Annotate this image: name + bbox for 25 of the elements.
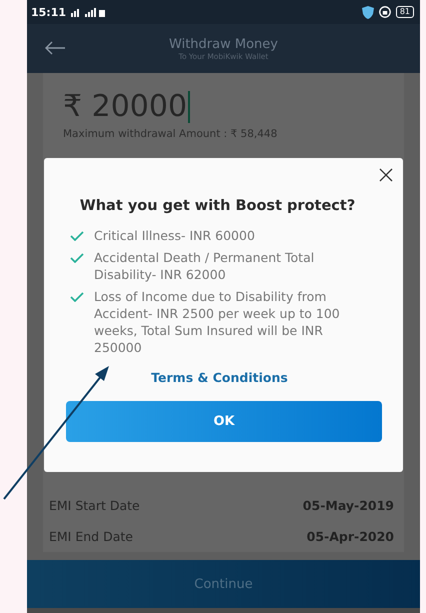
shield-icon — [362, 6, 374, 18]
check-icon — [70, 231, 84, 241]
lock-icon — [378, 6, 391, 18]
emi-label: EMI End Date — [49, 529, 133, 544]
continue-button[interactable]: Continue — [27, 560, 420, 608]
signal-icon — [71, 7, 106, 17]
back-arrow-icon[interactable] — [44, 41, 66, 55]
emi-label: EMI Start Date — [49, 498, 140, 513]
benefit-text: Loss of Income due to Disability from Accident- INR 2500 per week up to 100 weeks, Total Sum Insured will be INR 250000 — [94, 288, 341, 356]
emi-value: 05-May-2019 — [302, 498, 394, 513]
dialog-title: What you get with Boost protect? — [78, 198, 356, 214]
amount-value[interactable]: ₹ 20000 — [63, 89, 188, 124]
check-icon — [70, 292, 84, 302]
emi-value: 05-Apr-2020 — [306, 529, 394, 544]
text-cursor — [188, 90, 190, 122]
battery-indicator: 81 — [396, 6, 414, 18]
page-title: Withdraw Money — [169, 36, 278, 52]
benefit-text: Critical Illness- INR 60000 — [94, 227, 255, 244]
status-time: 15:11 — [31, 6, 66, 18]
benefit-text: Accidental Death / Permanent Total Disability- INR 62000 — [94, 249, 316, 283]
max-amount-text: Maximum withdrawal Amount : ₹ 58,448 — [63, 128, 278, 140]
terms-link[interactable]: Terms & Conditions — [151, 370, 288, 385]
close-icon[interactable] — [379, 168, 393, 182]
check-icon — [70, 253, 84, 263]
ok-button[interactable]: OK — [66, 401, 382, 442]
